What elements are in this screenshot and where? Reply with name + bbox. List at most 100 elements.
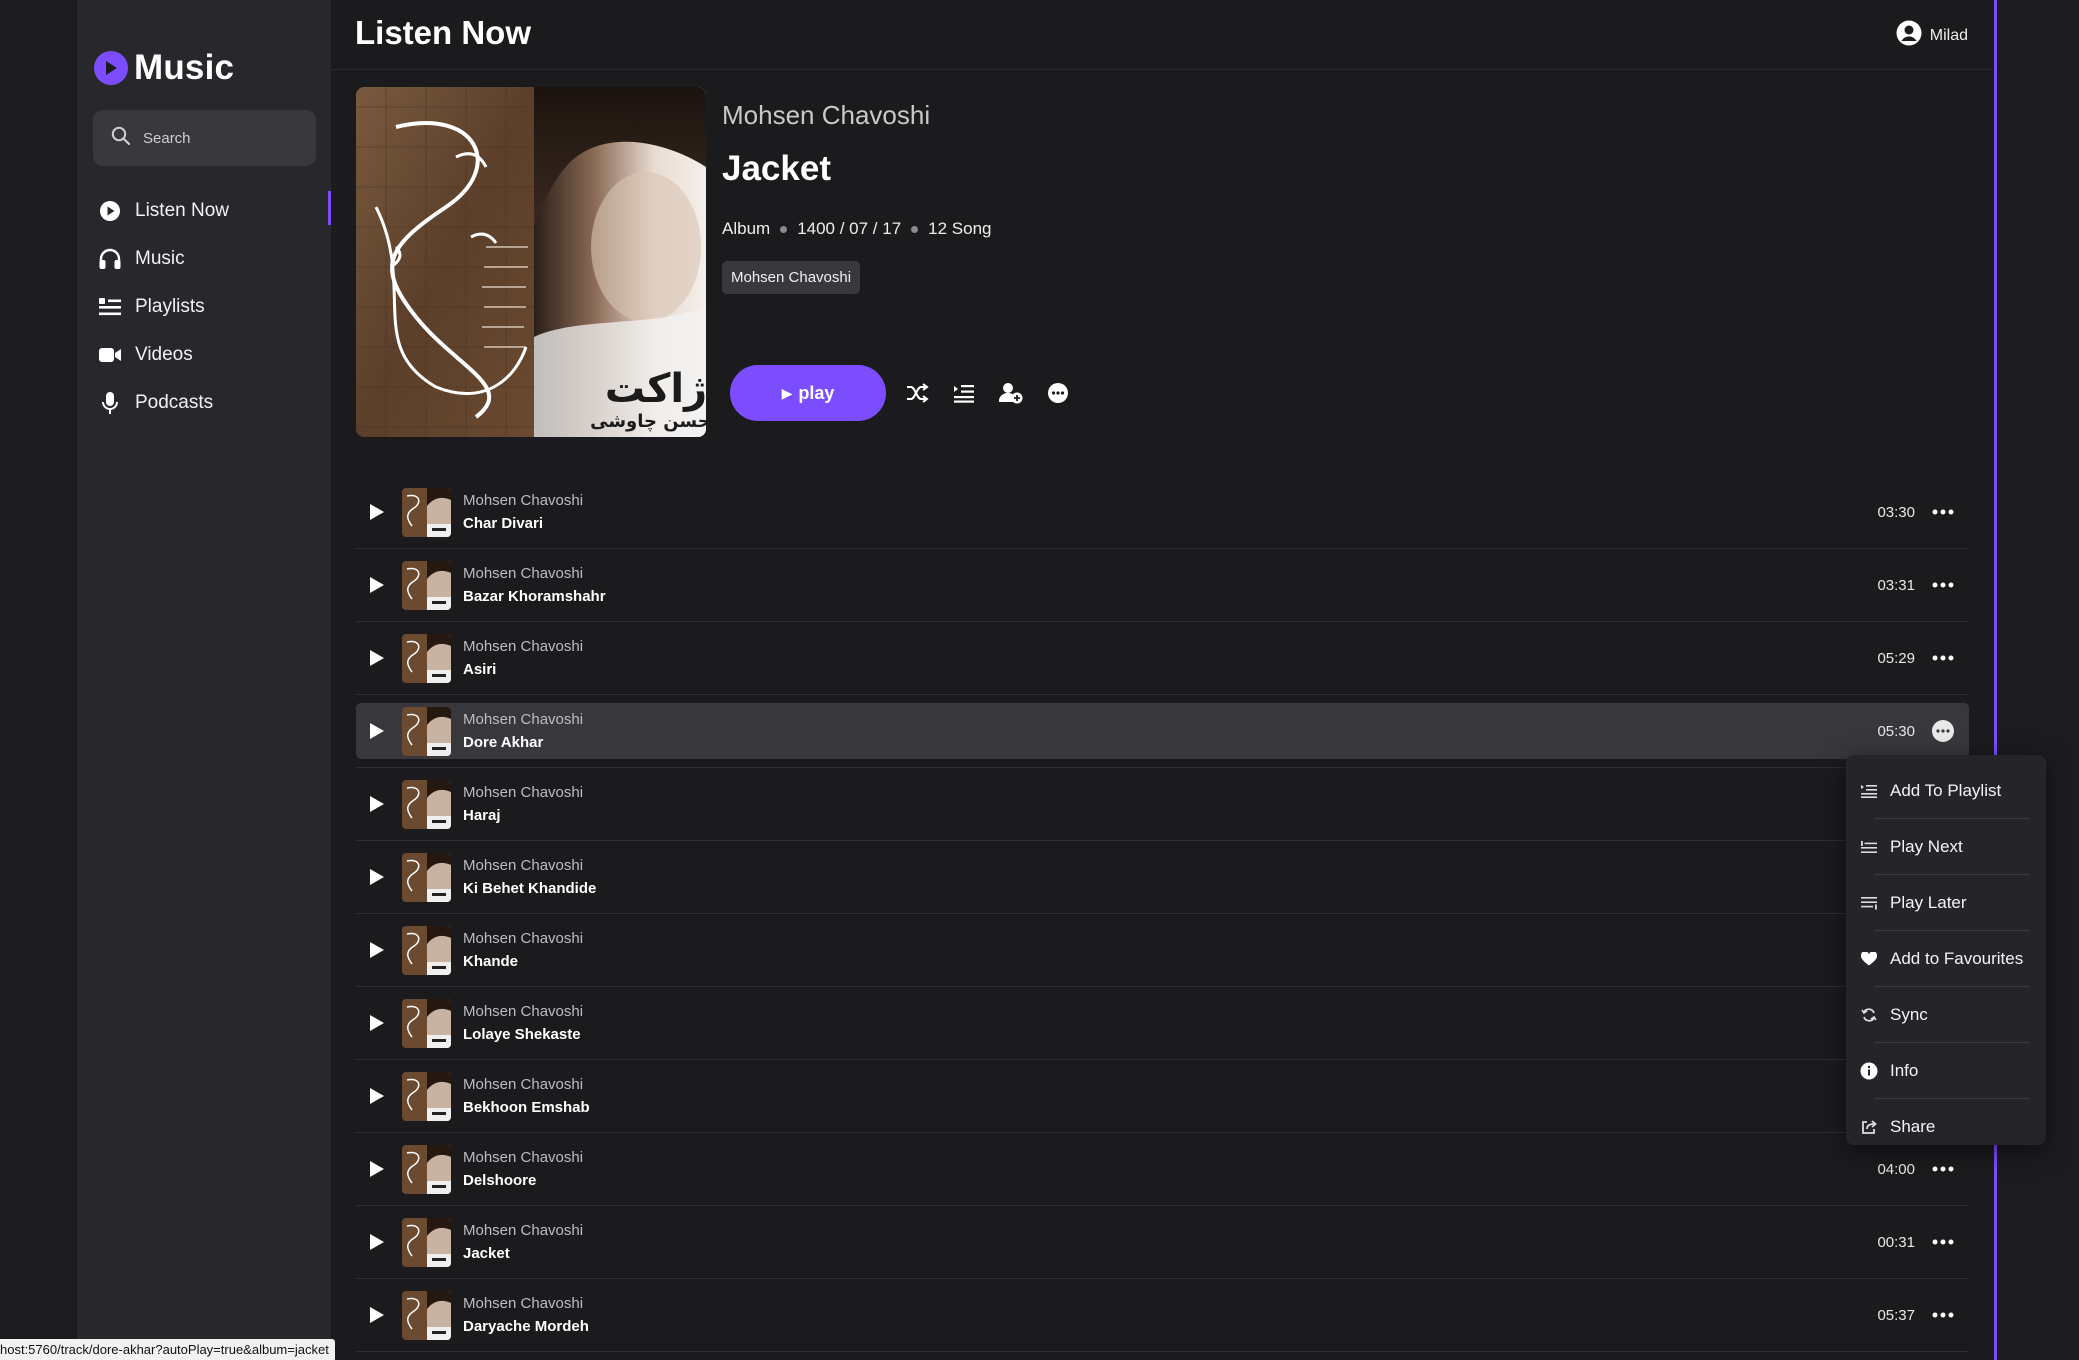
track-row[interactable]: Mohsen Chavoshi Khande: [356, 922, 1969, 987]
track-row[interactable]: Mohsen Chavoshi Haraj: [356, 776, 1969, 841]
track-row[interactable]: Mohsen Chavoshi Bekhoon Emshab: [356, 1068, 1969, 1133]
track-artist[interactable]: Mohsen Chavoshi: [463, 1295, 589, 1312]
album-meta: Album 1400 / 07 / 17 12 Song: [722, 219, 992, 239]
sidebar-item-listen-now[interactable]: Listen Now: [77, 187, 331, 235]
artist-chip[interactable]: Mohsen Chavoshi: [722, 261, 861, 294]
album-title: Jacket: [722, 149, 831, 188]
track-title[interactable]: Asiri: [463, 661, 583, 678]
play-icon: ▶: [781, 384, 793, 401]
track-play-icon[interactable]: [362, 1081, 392, 1111]
menu-item-play-next[interactable]: Play Next: [1860, 819, 2030, 875]
play-button[interactable]: ▶ play: [730, 365, 886, 421]
track-more-icon[interactable]: [1929, 571, 1957, 599]
track-play-icon[interactable]: [362, 789, 392, 819]
user-avatar-icon: [1896, 20, 1922, 51]
track-title[interactable]: Bekhoon Emshab: [463, 1099, 590, 1116]
track-title[interactable]: Daryache Mordeh: [463, 1318, 589, 1335]
menu-item-info[interactable]: Info: [1860, 1043, 2030, 1099]
track-play-icon[interactable]: [362, 1300, 392, 1330]
sidebar-item-label: Listen Now: [135, 200, 229, 221]
music-logo-icon: [94, 51, 128, 85]
track-more-icon[interactable]: [1932, 720, 1954, 742]
add-to-playlist-icon: [1860, 784, 1878, 798]
shuffle-icon[interactable]: [901, 377, 933, 409]
track-duration: 05:37: [1877, 1306, 1915, 1324]
search-input[interactable]: [143, 129, 313, 147]
track-row[interactable]: Mohsen Chavoshi Ki Behet Khandide: [356, 849, 1969, 914]
menu-item-label: Play Next: [1890, 837, 1963, 856]
album-artist[interactable]: Mohsen Chavoshi: [722, 100, 992, 131]
track-more-icon[interactable]: [1929, 644, 1957, 672]
track-artist[interactable]: Mohsen Chavoshi: [463, 711, 583, 728]
play-button-label: play: [798, 382, 835, 403]
sidebar-item-playlists[interactable]: Playlists: [77, 283, 331, 331]
track-title[interactable]: Jacket: [463, 1245, 583, 1262]
sidebar-item-videos[interactable]: Videos: [77, 331, 331, 379]
menu-item-sync[interactable]: Sync: [1860, 987, 2030, 1043]
track-title[interactable]: Haraj: [463, 807, 583, 824]
track-artist[interactable]: Mohsen Chavoshi: [463, 1003, 583, 1020]
track-play-icon[interactable]: [362, 497, 392, 527]
track-row[interactable]: Mohsen Chavoshi Jacket 00:31: [356, 1214, 1969, 1279]
track-title[interactable]: Char Divari: [463, 515, 583, 532]
track-title[interactable]: Lolaye Shekaste: [463, 1026, 583, 1043]
track-more-icon[interactable]: [1929, 498, 1957, 526]
track-artwork: [402, 779, 451, 829]
microphone-icon: [97, 390, 123, 416]
track-row[interactable]: Mohsen Chavoshi Bazar Khoramshahr 03:31: [356, 557, 1969, 622]
track-play-icon[interactable]: [362, 1227, 392, 1257]
track-artist[interactable]: Mohsen Chavoshi: [463, 930, 583, 947]
track-row[interactable]: Mohsen Chavoshi Dore Akhar 05:30: [356, 703, 1969, 768]
sidebar-item-music[interactable]: Music: [77, 235, 331, 283]
track-text: Mohsen Chavoshi Asiri: [463, 638, 583, 678]
track-title[interactable]: Dore Akhar: [463, 734, 583, 751]
more-options-icon[interactable]: [1042, 377, 1074, 409]
track-play-icon[interactable]: [362, 643, 392, 673]
track-title[interactable]: Bazar Khoramshahr: [463, 588, 606, 605]
track-row[interactable]: Mohsen Chavoshi Delshoore 04:00: [356, 1141, 1969, 1206]
track-title[interactable]: Delshoore: [463, 1172, 583, 1189]
track-row[interactable]: Mohsen Chavoshi Lolaye Shekaste: [356, 995, 1969, 1060]
menu-item-play-later[interactable]: Play Later: [1860, 875, 2030, 931]
track-text: Mohsen Chavoshi Daryache Mordeh: [463, 1295, 589, 1335]
track-artwork: [402, 1144, 451, 1194]
track-artist[interactable]: Mohsen Chavoshi: [463, 565, 606, 582]
track-artwork: [402, 1071, 451, 1121]
user-menu[interactable]: Milad: [1896, 20, 1968, 51]
track-play-icon[interactable]: [362, 935, 392, 965]
track-row[interactable]: Mohsen Chavoshi Daryache Mordeh 05:37: [356, 1287, 1969, 1352]
track-artwork: [402, 633, 451, 683]
track-title[interactable]: Khande: [463, 953, 583, 970]
sidebar-item-podcasts[interactable]: Podcasts: [77, 379, 331, 427]
track-artist[interactable]: Mohsen Chavoshi: [463, 784, 583, 801]
track-artist[interactable]: Mohsen Chavoshi: [463, 492, 583, 509]
menu-item-share[interactable]: Share: [1860, 1099, 2030, 1155]
track-more-icon[interactable]: [1929, 1228, 1957, 1256]
track-text: Mohsen Chavoshi Delshoore: [463, 1149, 583, 1189]
track-play-icon[interactable]: [362, 1008, 392, 1038]
track-duration: 03:30: [1877, 503, 1915, 521]
track-play-icon[interactable]: [362, 862, 392, 892]
menu-item-add-to-favourites[interactable]: Add to Favourites: [1860, 931, 2030, 987]
add-to-queue-icon[interactable]: [948, 377, 980, 409]
track-more-icon[interactable]: [1929, 1155, 1957, 1183]
brand[interactable]: Music: [94, 48, 234, 88]
track-play-icon[interactable]: [362, 570, 392, 600]
share-icon: [1860, 1119, 1878, 1135]
track-title[interactable]: Ki Behet Khandide: [463, 880, 596, 897]
play-later-icon: [1860, 896, 1878, 910]
track-play-icon[interactable]: [362, 1154, 392, 1184]
track-artist[interactable]: Mohsen Chavoshi: [463, 638, 583, 655]
track-row[interactable]: Mohsen Chavoshi Asiri 05:29: [356, 630, 1969, 695]
track-more-icon[interactable]: [1929, 1301, 1957, 1329]
follow-artist-icon[interactable]: [995, 377, 1027, 409]
track-artist[interactable]: Mohsen Chavoshi: [463, 1076, 590, 1093]
sidebar-nav: Listen Now Music Playlists Videos Podcas…: [77, 187, 331, 427]
track-artist[interactable]: Mohsen Chavoshi: [463, 1149, 583, 1166]
track-artist[interactable]: Mohsen Chavoshi: [463, 1222, 583, 1239]
track-artist[interactable]: Mohsen Chavoshi: [463, 857, 596, 874]
search-box[interactable]: [93, 110, 316, 166]
track-row[interactable]: Mohsen Chavoshi Char Divari 03:30: [356, 484, 1969, 549]
track-play-icon[interactable]: [362, 716, 392, 746]
menu-item-add-to-playlist[interactable]: Add To Playlist: [1860, 763, 2030, 819]
